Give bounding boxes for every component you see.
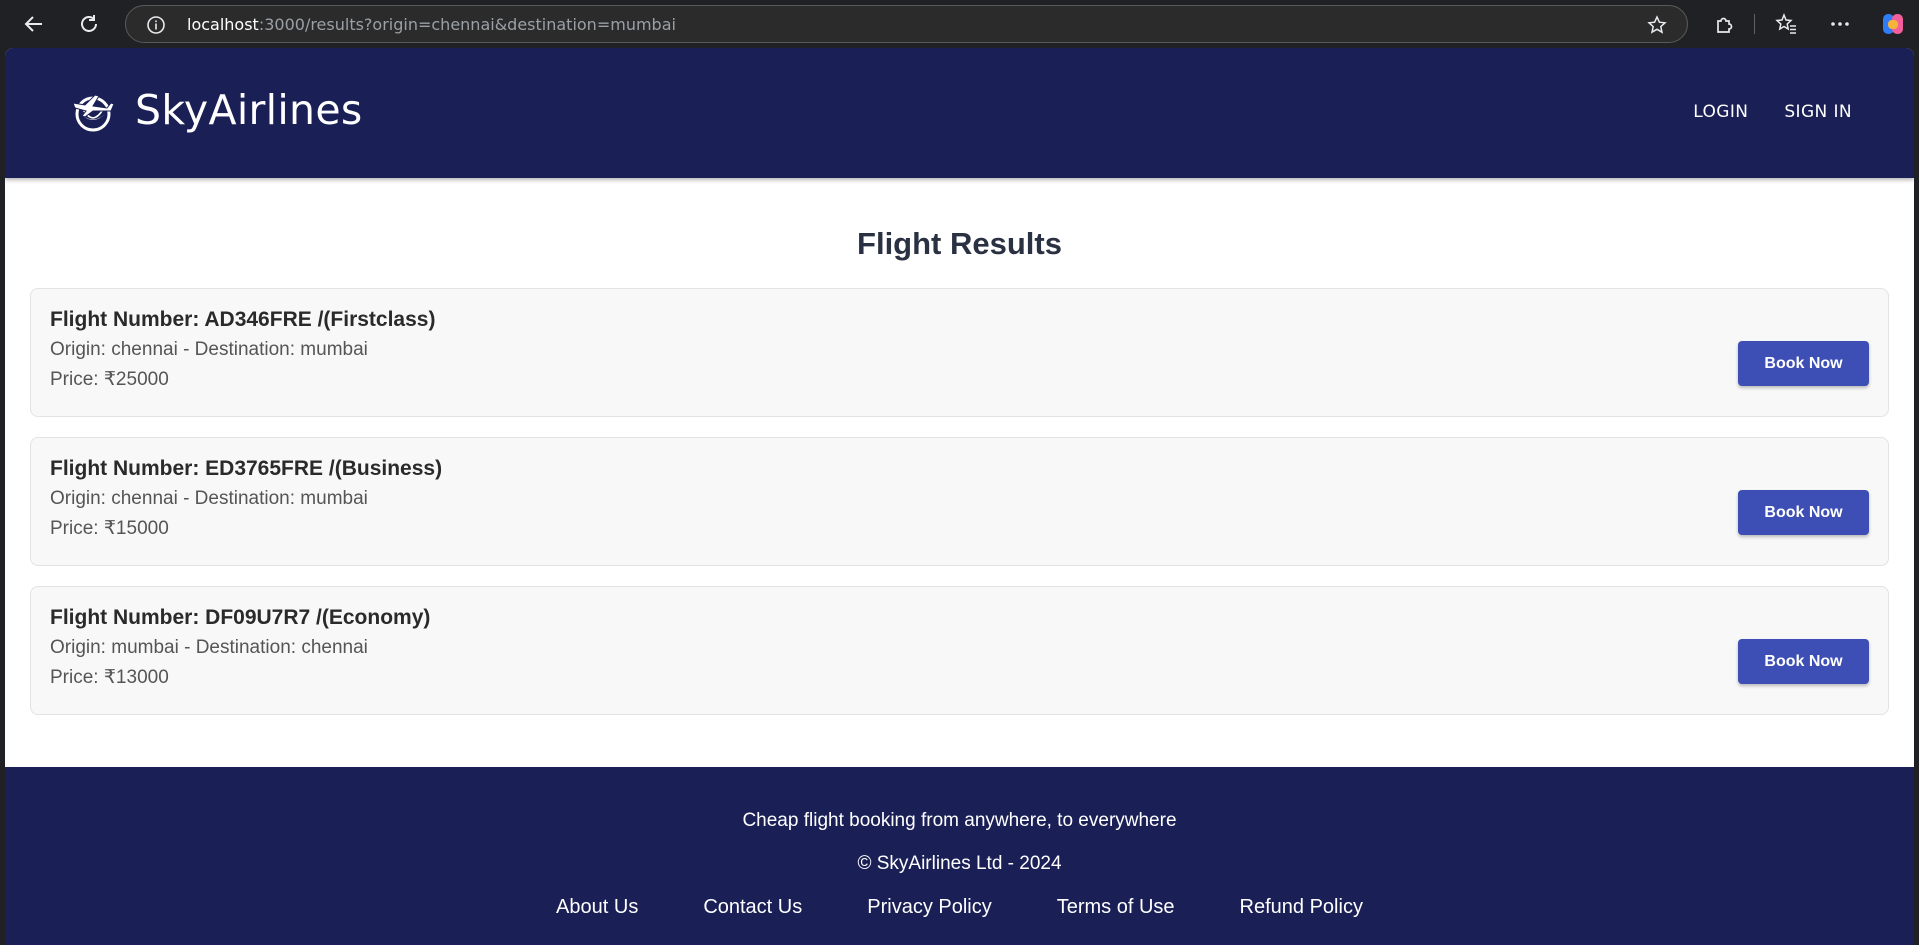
flight-route: Origin: mumbai - Destination: chennai [50, 637, 368, 658]
app-header: SkyAirlines LOGIN SIGN IN [5, 48, 1914, 178]
info-icon[interactable] [146, 15, 166, 35]
refresh-button[interactable] [71, 6, 107, 42]
brand-name: SkyAirlines [135, 86, 363, 134]
footer-tagline: Cheap flight booking from anywhere, to e… [742, 810, 1177, 831]
flight-number: Flight Number: ED3765FRE /(Business) [50, 457, 443, 480]
airplane-globe-logo [72, 94, 115, 132]
footer-link-privacy-policy[interactable]: Privacy Policy [867, 896, 991, 919]
copilot-button[interactable] [1875, 6, 1911, 42]
url-host: localhost [187, 15, 259, 34]
page-title: Flight Results [857, 226, 1062, 261]
flight-number: Flight Number: DF09U7R7 /(Economy) [50, 606, 431, 629]
footer-links: About Us Contact Us Privacy Policy Terms… [5, 896, 1914, 919]
flight-list: Flight Number: AD346FRE /(Firstclass) Or… [30, 288, 1889, 735]
extensions-icon [1717, 17, 1733, 33]
address-bar[interactable]: localhost:3000/results?origin=chennai&de… [125, 5, 1688, 43]
browser-chrome: localhost:3000/results?origin=chennai&de… [0, 0, 1919, 48]
book-now-button[interactable]: Book Now [1738, 639, 1869, 684]
sign-in-link[interactable]: SIGN IN [1784, 102, 1852, 122]
back-arrow-icon [24, 16, 42, 32]
page-viewport: SkyAirlines LOGIN SIGN IN Flight Results… [5, 48, 1914, 945]
url-text[interactable]: localhost:3000/results?origin=chennai&de… [187, 15, 676, 34]
flight-price: Price: ₹15000 [50, 518, 169, 539]
footer-link-terms-of-use[interactable]: Terms of Use [1057, 896, 1175, 919]
favorites-icon [1775, 13, 1796, 34]
flight-price: Price: ₹25000 [50, 369, 169, 390]
url-path: :3000/results?origin=chennai&destination… [258, 15, 676, 34]
flight-card: Flight Number: AD346FRE /(Firstclass) Or… [30, 288, 1889, 417]
flight-price: Price: ₹13000 [50, 667, 169, 688]
login-link[interactable]: LOGIN [1693, 102, 1748, 122]
footer-link-about-us[interactable]: About Us [556, 896, 638, 919]
flight-number: Flight Number: AD346FRE /(Firstclass) [50, 308, 436, 331]
more-icon [1831, 22, 1849, 26]
brand[interactable]: SkyAirlines [71, 86, 363, 134]
more-button[interactable] [1822, 6, 1858, 42]
toolbar-separator [1754, 14, 1755, 34]
page-footer: Cheap flight booking from anywhere, to e… [5, 767, 1914, 945]
flight-card: Flight Number: ED3765FRE /(Business) Ori… [30, 437, 1889, 566]
refresh-icon [81, 15, 97, 32]
footer-link-refund-policy[interactable]: Refund Policy [1240, 896, 1363, 919]
favorites-button[interactable] [1768, 6, 1804, 42]
footer-copyright: © SkyAirlines Ltd - 2024 [857, 853, 1062, 874]
book-now-button[interactable]: Book Now [1738, 490, 1869, 535]
extensions-button[interactable] [1706, 6, 1742, 42]
header-nav: LOGIN SIGN IN [1693, 102, 1852, 122]
star-icon[interactable] [1647, 15, 1667, 35]
flight-route: Origin: chennai - Destination: mumbai [50, 488, 368, 509]
copilot-icon [1883, 14, 1903, 34]
footer-link-contact-us[interactable]: Contact Us [703, 896, 802, 919]
flight-card: Flight Number: DF09U7R7 /(Economy) Origi… [30, 586, 1889, 715]
flight-route: Origin: chennai - Destination: mumbai [50, 339, 368, 360]
book-now-button[interactable]: Book Now [1738, 341, 1869, 386]
back-button[interactable] [16, 6, 52, 42]
